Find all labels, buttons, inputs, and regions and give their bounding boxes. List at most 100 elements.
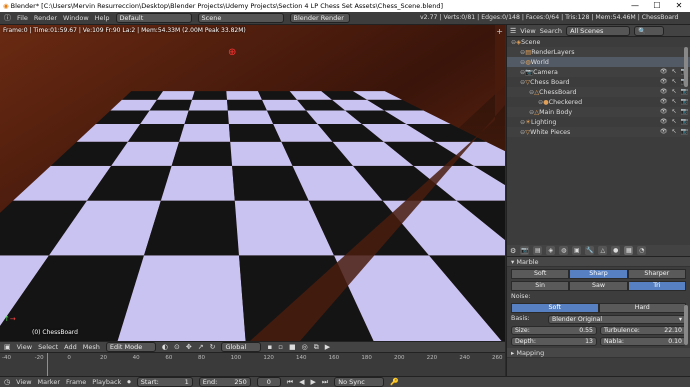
orientation-dropdown[interactable]: Global xyxy=(221,342,262,352)
layers-tab-icon[interactable]: ▤ xyxy=(533,246,543,255)
outliner-row[interactable]: ⊖ ◍ World xyxy=(507,57,690,67)
sync-dropdown[interactable]: No Sync xyxy=(334,377,385,387)
play-reverse-icon[interactable]: ◀ xyxy=(299,378,304,386)
play-icon[interactable]: ▶ xyxy=(311,378,316,386)
end-frame-field[interactable]: End: 250 xyxy=(198,377,251,387)
properties-scrollbar[interactable] xyxy=(684,305,688,345)
depth-field[interactable]: Depth: 13 xyxy=(511,337,597,346)
snap-icon[interactable]: ⧉ xyxy=(314,343,319,352)
3d-viewport[interactable]: Frame:0 | Time:01:59.67 | Ve:109 Fr:90 L… xyxy=(0,25,505,341)
translate-icon[interactable]: ↗ xyxy=(198,343,204,351)
wave-sin-button[interactable]: Sin xyxy=(511,281,570,291)
size-field[interactable]: Size: 0.55 xyxy=(511,326,597,335)
menu-render[interactable]: Render xyxy=(34,14,57,22)
face-select-icon[interactable]: ■ xyxy=(289,343,296,351)
cursor-icon[interactable]: ↖ xyxy=(671,98,676,105)
tl-menu-marker[interactable]: Marker xyxy=(38,378,60,386)
3d-cursor-icon[interactable]: ⊕ xyxy=(228,47,236,58)
render-icon[interactable]: 📷 xyxy=(681,118,688,125)
eye-icon[interactable]: 👁 xyxy=(660,98,668,105)
outliner-row[interactable]: ⊖ △ ChessBoard 👁 ↖ 📷 xyxy=(507,87,690,97)
vp-menu-add[interactable]: Add xyxy=(64,343,77,351)
marble-sharp-button[interactable]: Sharp xyxy=(569,269,628,279)
timeline[interactable]: -40 -20 0 20 40 60 80 100 120 140 160 180 200 220 240 2… xyxy=(0,352,505,377)
manipulator-icon[interactable]: ✥ xyxy=(186,343,192,351)
marble-soft-button[interactable]: Soft xyxy=(511,269,570,279)
vertex-select-icon[interactable]: ▪ xyxy=(267,343,272,351)
noise-hard-button[interactable]: Hard xyxy=(598,303,686,313)
cursor-icon[interactable]: ↖ xyxy=(671,128,676,135)
eye-icon[interactable]: 👁 xyxy=(660,128,668,135)
edge-select-icon[interactable]: ▫ xyxy=(278,343,283,351)
cursor-icon[interactable]: ↖ xyxy=(671,88,676,95)
eye-icon[interactable]: 👁 xyxy=(660,68,668,75)
outliner-row[interactable]: ⊖ ▤ RenderLayers xyxy=(507,47,690,57)
outliner-row[interactable]: ⊖ ▽ Chess Board👁↖📷 xyxy=(507,77,690,87)
render-icon[interactable]: 📷 xyxy=(681,88,688,95)
noise-soft-button[interactable]: Soft xyxy=(511,303,599,313)
basis-dropdown[interactable]: Blender Original ▾ xyxy=(548,315,686,324)
start-frame-field[interactable]: Start: 1 xyxy=(136,377,193,387)
mapping-panel-header[interactable]: ▸ Mapping xyxy=(507,348,690,358)
outliner-search-input[interactable]: 🔍 xyxy=(634,25,665,36)
eye-icon[interactable]: 👁 xyxy=(660,108,668,115)
vp-menu-view[interactable]: View xyxy=(17,343,32,351)
render-engine-dropdown[interactable]: Blender Render xyxy=(289,13,350,23)
screen-layout-dropdown[interactable]: Default xyxy=(115,13,192,23)
outliner-row[interactable]: ⊖ 📷 Camera👁↖📷 xyxy=(507,67,690,77)
tl-menu-frame[interactable]: Frame xyxy=(66,378,86,386)
outliner-row[interactable]: ⊖ ☀ Lighting 👁 ↖ 📷 xyxy=(507,117,690,127)
world-tab-icon[interactable]: ◍ xyxy=(559,246,569,255)
cursor-icon[interactable]: ↖ xyxy=(671,118,676,125)
shading-icon[interactable]: ◐ xyxy=(162,343,168,351)
nabla-field[interactable]: Nabla: 0.10 xyxy=(600,337,686,346)
outliner-row[interactable]: ⊖ ◈ Scene xyxy=(507,37,690,47)
vp-menu-select[interactable]: Select xyxy=(38,343,58,351)
close-button[interactable]: ✕ xyxy=(668,0,690,12)
record-icon[interactable]: ⏺ xyxy=(127,378,131,387)
wave-saw-button[interactable]: Saw xyxy=(569,281,628,291)
jump-start-icon[interactable]: ⏮ xyxy=(287,378,293,387)
vp-menu-mesh[interactable]: Mesh xyxy=(83,343,100,351)
marble-panel-header[interactable]: ▾ Marble xyxy=(507,257,690,267)
outliner-scrollbar[interactable] xyxy=(684,47,688,87)
render-preview-icon[interactable]: ▶ xyxy=(325,343,330,351)
material-tab-icon[interactable]: ● xyxy=(611,246,621,255)
texture-tab-icon[interactable]: ▦ xyxy=(624,246,634,255)
object-tab-icon[interactable]: ▣ xyxy=(572,246,582,255)
eye-icon[interactable]: 👁 xyxy=(660,118,668,125)
cursor-icon[interactable]: ↖ xyxy=(671,68,676,75)
turbulence-field[interactable]: Turbulence: 22.10 xyxy=(600,326,686,335)
current-frame-field[interactable]: 0 xyxy=(256,377,281,387)
tl-menu-view[interactable]: View xyxy=(16,378,31,386)
current-frame-marker[interactable] xyxy=(47,353,48,377)
keying-icon[interactable]: 🔑 xyxy=(390,378,399,386)
modifiers-tab-icon[interactable]: 🔧 xyxy=(585,246,595,255)
eye-icon[interactable]: 👁 xyxy=(660,88,668,95)
timeline-editor-icon[interactable]: ◷ xyxy=(4,378,10,386)
minimize-button[interactable]: — xyxy=(624,0,646,12)
rotate-icon[interactable]: ↻ xyxy=(210,343,216,351)
cursor-icon[interactable]: ↖ xyxy=(671,108,676,115)
viewport-corner-plus-icon[interactable]: + xyxy=(496,27,503,36)
mode-dropdown[interactable]: Edit Mode xyxy=(105,342,156,352)
scene-dropdown[interactable]: Scene xyxy=(197,13,284,23)
outliner-row[interactable]: ⊖ △ Main Body 👁 ↖ 📷 xyxy=(507,107,690,117)
pivot-icon[interactable]: ⊙ xyxy=(174,343,180,351)
ol-menu-view[interactable]: View xyxy=(520,27,535,35)
outliner-filter-dropdown[interactable]: All Scenes xyxy=(566,25,631,36)
render-tab-icon[interactable]: 📷 xyxy=(520,246,530,255)
render-icon[interactable]: 📷 xyxy=(681,128,688,135)
marble-sharper-button[interactable]: Sharper xyxy=(627,269,686,279)
menu-help[interactable]: Help xyxy=(95,14,110,22)
outliner-row[interactable]: ⊖ ● Checkered 👁 ↖ 📷 xyxy=(507,97,690,107)
jump-end-icon[interactable]: ⏭ xyxy=(322,378,328,387)
proportional-edit-icon[interactable]: ◎ xyxy=(302,343,308,351)
tl-menu-playback[interactable]: Playback xyxy=(92,378,121,386)
menu-file[interactable]: File xyxy=(17,14,28,22)
cursor-icon[interactable]: ↖ xyxy=(671,78,676,85)
maximize-button[interactable]: ☐ xyxy=(646,0,668,12)
outliner-editor-icon[interactable]: ☰ xyxy=(510,27,516,35)
eye-icon[interactable]: 👁 xyxy=(660,78,668,85)
menu-window[interactable]: Window xyxy=(63,14,89,22)
